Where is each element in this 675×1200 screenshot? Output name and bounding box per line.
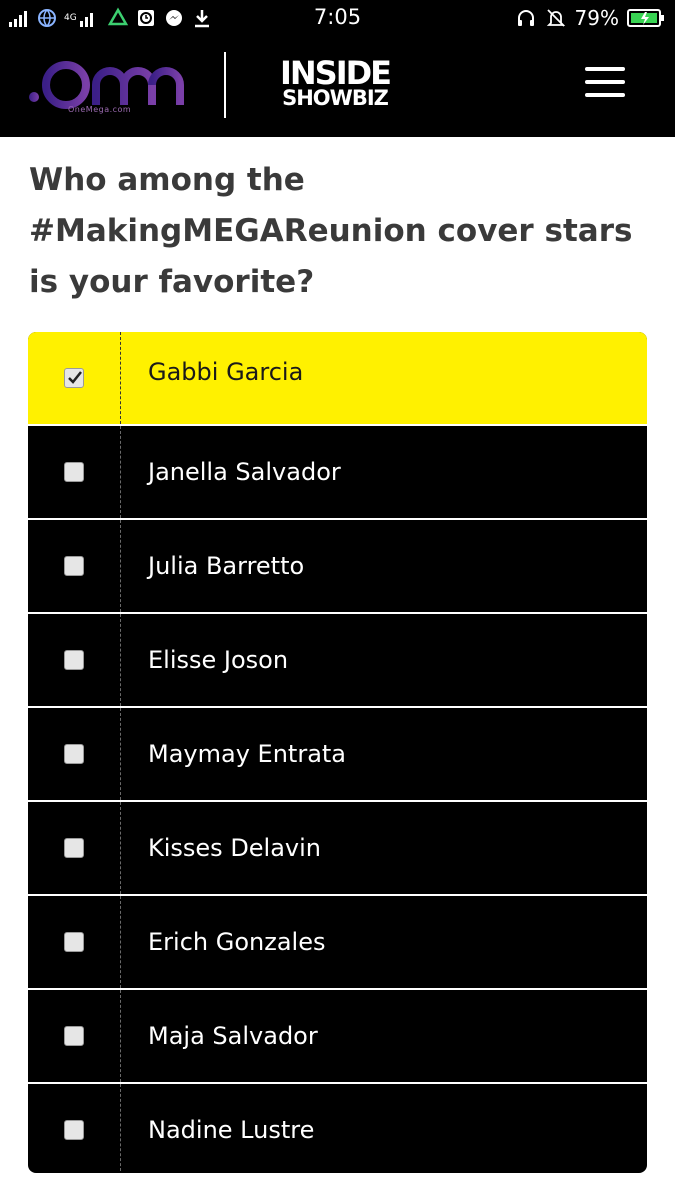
checkbox[interactable] — [64, 556, 84, 576]
option-divider — [120, 614, 121, 706]
poll-option[interactable]: Maymay Entrata — [28, 708, 647, 802]
poll-options-list: Gabbi Garcia Janella Salvador Julia Barret… — [28, 332, 647, 1173]
option-divider — [120, 426, 121, 518]
option-label: Elisse Joson — [148, 646, 289, 674]
option-label: Janella Salvador — [148, 458, 341, 486]
poll-option[interactable]: Gabbi Garcia — [28, 332, 647, 426]
checkbox[interactable] — [64, 838, 84, 858]
status-bar: 4G 7:05 79% — [0, 0, 675, 35]
checkbox[interactable] — [64, 744, 84, 764]
option-divider — [120, 896, 121, 988]
poll-question: Who among the #MakingMEGAReunion cover s… — [29, 162, 633, 300]
bell-muted-icon — [545, 7, 567, 29]
option-label: Maja Salvador — [148, 1022, 318, 1050]
site-header: OneMega.com INSIDE SHOWBIZ — [0, 35, 675, 137]
poll-option[interactable]: Erich Gonzales — [28, 896, 647, 990]
option-divider — [120, 1084, 121, 1173]
headset-icon — [515, 7, 537, 29]
option-label: Kisses Delavin — [148, 834, 322, 862]
menu-bar-middle — [585, 80, 625, 84]
inside-showbiz-line1: INSIDE — [279, 54, 392, 92]
poll-option[interactable]: Nadine Lustre — [28, 1084, 647, 1173]
checkbox[interactable] — [64, 1026, 84, 1046]
poll-option[interactable]: Julia Barretto — [28, 520, 647, 614]
option-divider — [120, 520, 121, 612]
checkbox[interactable] — [64, 650, 84, 670]
poll-option[interactable]: Maja Salvador — [28, 990, 647, 1084]
option-divider — [120, 332, 121, 424]
option-label: Gabbi Garcia — [148, 358, 304, 386]
option-divider — [120, 708, 121, 800]
poll-option[interactable]: Janella Salvador — [28, 426, 647, 520]
menu-bar-bottom — [585, 93, 625, 97]
checkbox[interactable] — [64, 462, 84, 482]
menu-bar-top — [585, 67, 625, 71]
inside-showbiz-logo[interactable]: INSIDE SHOWBIZ — [272, 57, 398, 109]
checkmark-icon — [68, 371, 82, 384]
inside-showbiz-line2: SHOWBIZ — [282, 86, 389, 110]
header-divider — [224, 52, 226, 118]
option-label: Maymay Entrata — [148, 740, 347, 768]
option-divider — [120, 802, 121, 894]
status-right-icons: 79% — [515, 0, 665, 35]
battery-percent: 79% — [574, 5, 619, 30]
poll-option[interactable]: Elisse Joson — [28, 614, 647, 708]
option-label: Nadine Lustre — [148, 1116, 315, 1144]
checkbox[interactable] — [64, 1120, 84, 1140]
option-label: Julia Barretto — [148, 552, 305, 580]
option-divider — [120, 990, 121, 1082]
checkbox[interactable] — [64, 932, 84, 952]
poll-option[interactable]: Kisses Delavin — [28, 802, 647, 896]
onemega-logo[interactable] — [26, 49, 186, 129]
checkbox-checked[interactable] — [64, 368, 84, 388]
hamburger-menu-icon[interactable] — [582, 65, 628, 99]
battery-icon — [627, 8, 665, 28]
option-label: Erich Gonzales — [148, 928, 326, 956]
onemega-subtitle: OneMega.com — [68, 105, 132, 114]
